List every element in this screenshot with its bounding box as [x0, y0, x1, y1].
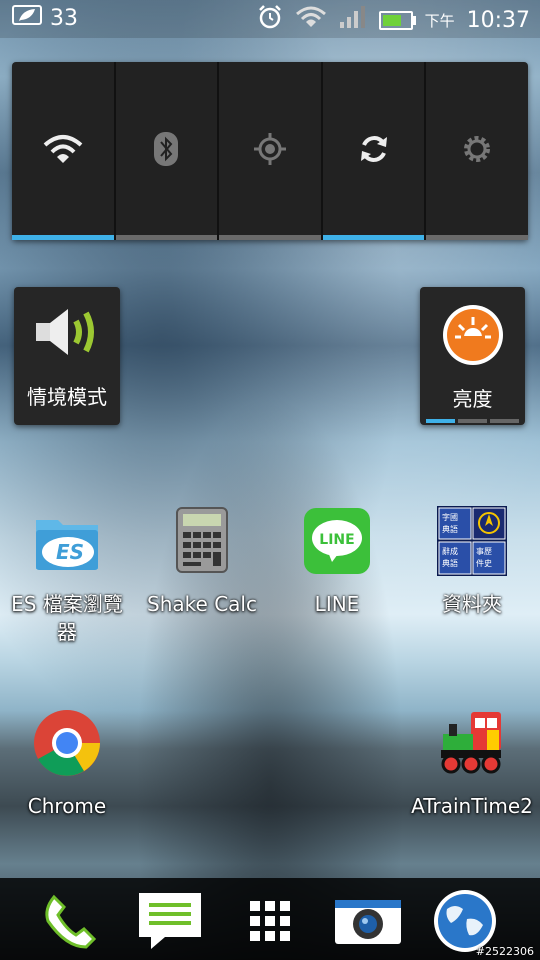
- es-file-explorer-icon: ES: [32, 506, 102, 576]
- folder-item-label: 字國: [442, 512, 458, 522]
- speaker-icon: [34, 303, 104, 365]
- sync-state-bar: [322, 235, 425, 240]
- battery-icon: [378, 10, 416, 30]
- folder-item-label: 事歷: [476, 546, 492, 556]
- sun-icon: [441, 303, 505, 371]
- app-drawer-icon: [250, 901, 290, 945]
- folder-item-label: 辭成: [442, 546, 458, 556]
- sound-profile-label: 情境模式: [27, 385, 107, 409]
- sync-icon: [357, 132, 391, 170]
- settings-toggle[interactable]: [426, 62, 528, 240]
- folder-item-label: 典語: [442, 558, 458, 568]
- app-folder[interactable]: 字國 典語 辭成 典語 事歷 件史 資料夾: [407, 506, 537, 618]
- leaf-notification-icon: [12, 4, 42, 32]
- phone-button[interactable]: [35, 890, 105, 956]
- brightness-label: 亮度: [452, 387, 493, 411]
- clock: 10:37: [466, 7, 530, 33]
- folder-item-label: 典語: [442, 524, 458, 534]
- messages-button[interactable]: [135, 890, 205, 956]
- wifi-state-bar: [12, 235, 114, 240]
- app-line[interactable]: LINE LINE: [272, 506, 402, 618]
- es-logo-text: ES: [56, 540, 84, 564]
- app-label: ATrainTime2: [411, 794, 533, 818]
- line-icon: LINE: [302, 506, 372, 576]
- phone-icon: [40, 891, 100, 955]
- app-label: Shake Calc: [147, 592, 257, 616]
- messages-icon: [137, 891, 203, 955]
- calculator-icon: [167, 506, 237, 576]
- app-label: Chrome: [27, 794, 107, 818]
- app-label: ES 檔案瀏覽器: [11, 592, 123, 644]
- dock: [0, 878, 540, 960]
- gps-icon: [253, 132, 287, 170]
- camera-icon: [335, 896, 401, 950]
- status-bar: 33 下午 10:37: [0, 0, 540, 38]
- ampm-label: 下午: [424, 11, 455, 30]
- wifi-icon: [295, 5, 327, 35]
- app-chrome[interactable]: Chrome: [2, 708, 132, 820]
- bluetooth-state-bar: [115, 235, 218, 240]
- gps-toggle[interactable]: [219, 62, 323, 240]
- sound-profile-widget[interactable]: 情境模式: [14, 287, 120, 425]
- app-shake-calc[interactable]: Shake Calc: [137, 506, 267, 618]
- brightness-level-bar: [426, 419, 519, 423]
- app-drawer-button[interactable]: [235, 890, 305, 956]
- wifi-icon: [43, 133, 83, 169]
- watermark: #2522306: [475, 945, 534, 958]
- line-logo-text: LINE: [319, 532, 354, 548]
- app-atraintime2[interactable]: ATrainTime2: [407, 708, 537, 820]
- folder-icon: 字國 典語 辭成 典語 事歷 件史: [437, 506, 507, 576]
- bluetooth-toggle[interactable]: [115, 62, 220, 240]
- app-label: 資料夾: [442, 592, 502, 616]
- train-icon: [437, 708, 507, 778]
- gps-state-bar: [219, 235, 321, 240]
- brightness-widget[interactable]: 亮度: [420, 287, 525, 425]
- folder-item-label: 件史: [476, 558, 492, 568]
- alarm-icon: [257, 4, 283, 36]
- signal-icon: [339, 5, 367, 35]
- quick-settings-widget: [12, 62, 528, 240]
- app-es-file-explorer[interactable]: ES ES 檔案瀏覽器: [2, 506, 132, 646]
- bluetooth-icon: [154, 132, 179, 170]
- sync-toggle[interactable]: [322, 62, 427, 240]
- wifi-toggle[interactable]: [12, 62, 116, 240]
- notification-count: 33: [50, 5, 78, 31]
- chrome-icon: [32, 708, 102, 778]
- settings-icon: [460, 132, 494, 170]
- camera-button[interactable]: [333, 890, 403, 956]
- app-label: LINE: [314, 592, 360, 616]
- settings-state-bar: [426, 235, 528, 240]
